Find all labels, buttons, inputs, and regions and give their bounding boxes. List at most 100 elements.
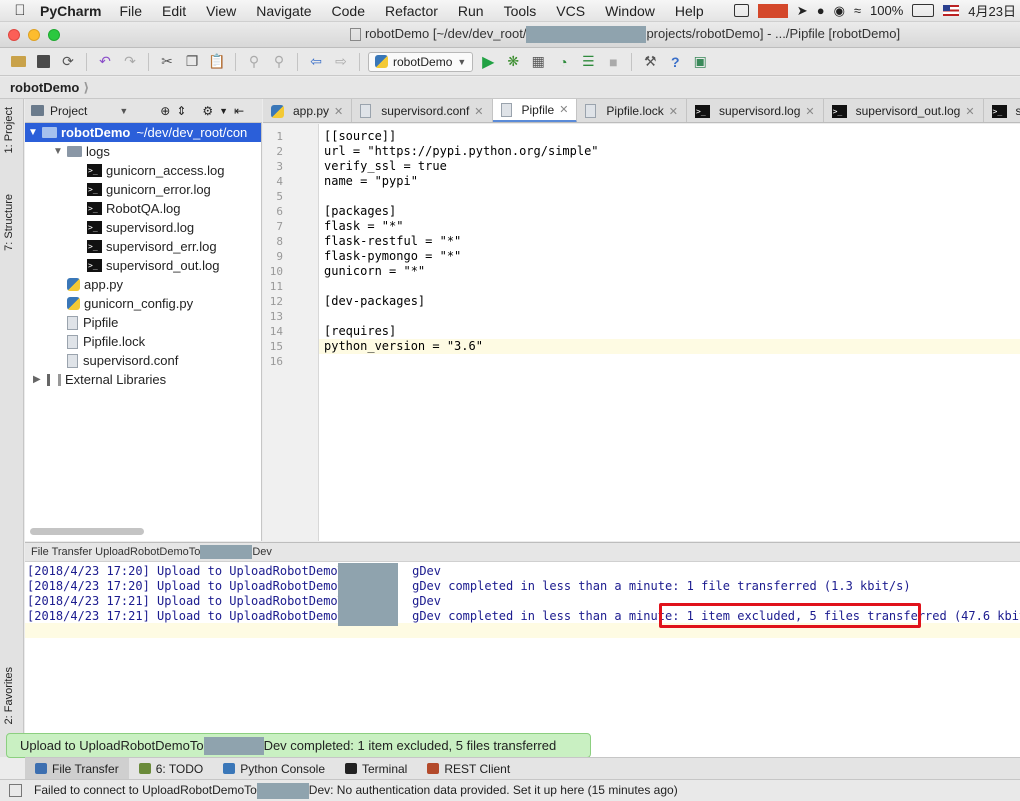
menu-vcs[interactable]: VCS xyxy=(556,3,585,19)
debug-icon[interactable]: ❋ xyxy=(503,52,523,72)
chevron-down-icon[interactable]: ▼ xyxy=(219,106,228,116)
forward-icon[interactable]: ⇨ xyxy=(331,52,351,72)
deploy-icon[interactable]: ▣ xyxy=(690,52,710,72)
evernote-icon[interactable]: ● xyxy=(817,3,825,18)
us-flag-icon[interactable] xyxy=(943,5,960,16)
minimize-window-button[interactable] xyxy=(28,28,40,41)
close-window-button[interactable] xyxy=(8,28,20,41)
tree-item-gunicorn-access-log[interactable]: >_ gunicorn_access.log xyxy=(73,161,225,180)
bottom-tab-python-console[interactable]: Python Console xyxy=(213,758,335,780)
clipboard-icon[interactable] xyxy=(733,4,749,17)
bottom-tab-rest-client[interactable]: REST Client xyxy=(417,758,520,780)
tree-item-robotqa-log[interactable]: >_ RobotQA.log xyxy=(73,199,180,218)
find-icon[interactable]: ⚲ xyxy=(244,52,264,72)
send-icon[interactable]: ➤ xyxy=(797,3,808,19)
settings-wrench-icon[interactable]: ⚒ xyxy=(640,52,660,72)
tool-tab-favorites[interactable]: 2: Favorites xyxy=(3,667,15,724)
tab-app-py[interactable]: app.py ✕ xyxy=(263,99,353,122)
menu-run[interactable]: Run xyxy=(458,3,484,19)
menu-refactor[interactable]: Refactor xyxy=(385,3,438,19)
hide-panel-icon[interactable]: ⇤ xyxy=(234,104,244,118)
tree-item-gunicorn-error-log[interactable]: >_ gunicorn_error.log xyxy=(73,180,211,199)
activity-monitor-icon[interactable] xyxy=(757,3,788,18)
tab-supervisord-conf[interactable]: supervisord.conf ✕ xyxy=(352,99,493,122)
breadcrumb-project[interactable]: robotDemo xyxy=(10,80,79,95)
menu-window[interactable]: Window xyxy=(605,3,655,19)
close-tab-icon[interactable]: ✕ xyxy=(334,105,343,118)
tab-pipfile[interactable]: Pipfile ✕ xyxy=(492,99,578,122)
status-indicator-icon[interactable]: ◉ xyxy=(834,3,845,19)
menu-clock[interactable]: 4月23日 xyxy=(968,1,1016,20)
tree-item-supervisord-out-log[interactable]: >_ supervisord_out.log xyxy=(73,256,219,275)
menu-help[interactable]: Help xyxy=(675,3,704,19)
tab-supervisord-log[interactable]: >_ supervisord.log ✕ xyxy=(687,99,824,122)
battery-icon[interactable] xyxy=(912,4,935,17)
close-tab-icon[interactable]: ✕ xyxy=(805,105,814,118)
profile-icon[interactable]: ◔ xyxy=(553,52,573,72)
tree-item-supervisord-conf[interactable]: supervisord.conf xyxy=(53,351,178,370)
apple-menu-icon[interactable]:  xyxy=(0,2,40,19)
tree-item-supervisord-log[interactable]: >_ supervisord.log xyxy=(73,218,194,237)
coverage-icon[interactable]: ▦ xyxy=(528,52,548,72)
tree-root-robotdemo[interactable]: ▼ robotDemo ~/dev/dev_root/con xyxy=(25,123,261,142)
tab-supervi[interactable]: >_supervi✕ xyxy=(984,99,1020,122)
tool-tab-project[interactable]: 1: Project xyxy=(3,107,15,153)
tree-item-app-py[interactable]: app.py xyxy=(53,275,123,294)
close-tab-icon[interactable]: ✕ xyxy=(559,103,568,116)
open-folder-icon[interactable] xyxy=(8,52,28,72)
stop-icon[interactable]: ■ xyxy=(603,52,623,72)
menu-code[interactable]: Code xyxy=(332,3,365,19)
tool-tab-structure[interactable]: 7: Structure xyxy=(3,194,15,251)
expand-arrow-icon[interactable]: ▼ xyxy=(53,146,67,157)
copy-icon[interactable]: ❐ xyxy=(182,52,202,72)
tree-item-pipfile[interactable]: Pipfile xyxy=(53,313,118,332)
redo-icon[interactable]: ↷ xyxy=(120,52,140,72)
tab-pipfile-lock[interactable]: Pipfile.lock ✕ xyxy=(577,99,687,122)
menu-view[interactable]: View xyxy=(206,3,236,19)
bottom-tab-6-todo[interactable]: 6: TODO xyxy=(129,758,214,780)
save-all-icon[interactable] xyxy=(33,52,53,72)
tree-item-supervisord-err-log[interactable]: >_ supervisord_err.log xyxy=(73,237,217,256)
menu-edit[interactable]: Edit xyxy=(162,3,186,19)
menu-file[interactable]: File xyxy=(119,3,142,19)
paste-icon[interactable]: 📋 xyxy=(207,52,227,72)
code-editor[interactable]: [[source]] url = "https://pypi.python.org… xyxy=(319,124,1020,541)
run-concurrency-icon[interactable]: ☰ xyxy=(578,52,598,72)
tree-item-pipfile-lock[interactable]: Pipfile.lock xyxy=(53,332,145,351)
tree-item-gunicorn-config-py[interactable]: gunicorn_config.py xyxy=(53,294,193,313)
toggle-tool-windows-icon[interactable] xyxy=(9,784,22,797)
help-icon[interactable]: ? xyxy=(665,52,685,72)
expand-arrow-icon[interactable]: ▼ xyxy=(28,127,42,138)
chevron-down-icon[interactable]: ▼ xyxy=(119,106,128,116)
collapse-all-icon[interactable]: ⇕ xyxy=(176,104,186,118)
tree-item-external-libraries[interactable]: ▶ External Libraries xyxy=(33,370,166,389)
close-tab-icon[interactable]: ✕ xyxy=(965,105,974,118)
menu-navigate[interactable]: Navigate xyxy=(256,3,311,19)
project-view-select[interactable]: Project xyxy=(50,104,87,118)
back-icon[interactable]: ⇦ xyxy=(306,52,326,72)
target-icon[interactable]: ⊕ xyxy=(160,104,170,118)
wifi-icon[interactable]: ≈ xyxy=(854,3,861,18)
undo-icon[interactable]: ↶ xyxy=(95,52,115,72)
replace-icon[interactable]: ⚲ xyxy=(269,52,289,72)
tab-supervisord-out-log[interactable]: >_ supervisord_out.log ✕ xyxy=(824,99,984,122)
close-tab-icon[interactable]: ✕ xyxy=(669,105,678,118)
status-message[interactable]: Failed to connect to UploadRobotDemoTo De… xyxy=(34,782,678,799)
battery-percent[interactable]: 100% xyxy=(870,3,903,18)
collapsed-arrow-icon[interactable]: ▶ xyxy=(33,374,47,385)
notification-balloon[interactable]: Upload to UploadRobotDemoTo Dev completed… xyxy=(6,733,591,758)
bottom-tab-terminal[interactable]: Terminal xyxy=(335,758,417,780)
tree-item-logs[interactable]: ▼ logs xyxy=(53,142,110,161)
horizontal-scrollbar[interactable] xyxy=(30,528,144,535)
menu-tools[interactable]: Tools xyxy=(504,3,537,19)
bottom-tab-file-transfer[interactable]: File Transfer xyxy=(25,757,129,780)
app-menu[interactable]: PyCharm xyxy=(40,3,101,19)
zoom-window-button[interactable] xyxy=(48,28,60,41)
close-tab-icon[interactable]: ✕ xyxy=(474,105,483,118)
run-icon[interactable]: ▶ xyxy=(478,52,498,72)
file-transfer-log[interactable]: [2018/4/23 17:20] Upload to UploadRobotD… xyxy=(25,562,1020,757)
gear-icon[interactable]: ⚙ xyxy=(202,104,213,118)
cut-icon[interactable]: ✂ xyxy=(157,52,177,72)
run-configuration-select[interactable]: robotDemo ▼ xyxy=(368,51,474,72)
sync-icon[interactable]: ⟳ xyxy=(58,52,78,72)
